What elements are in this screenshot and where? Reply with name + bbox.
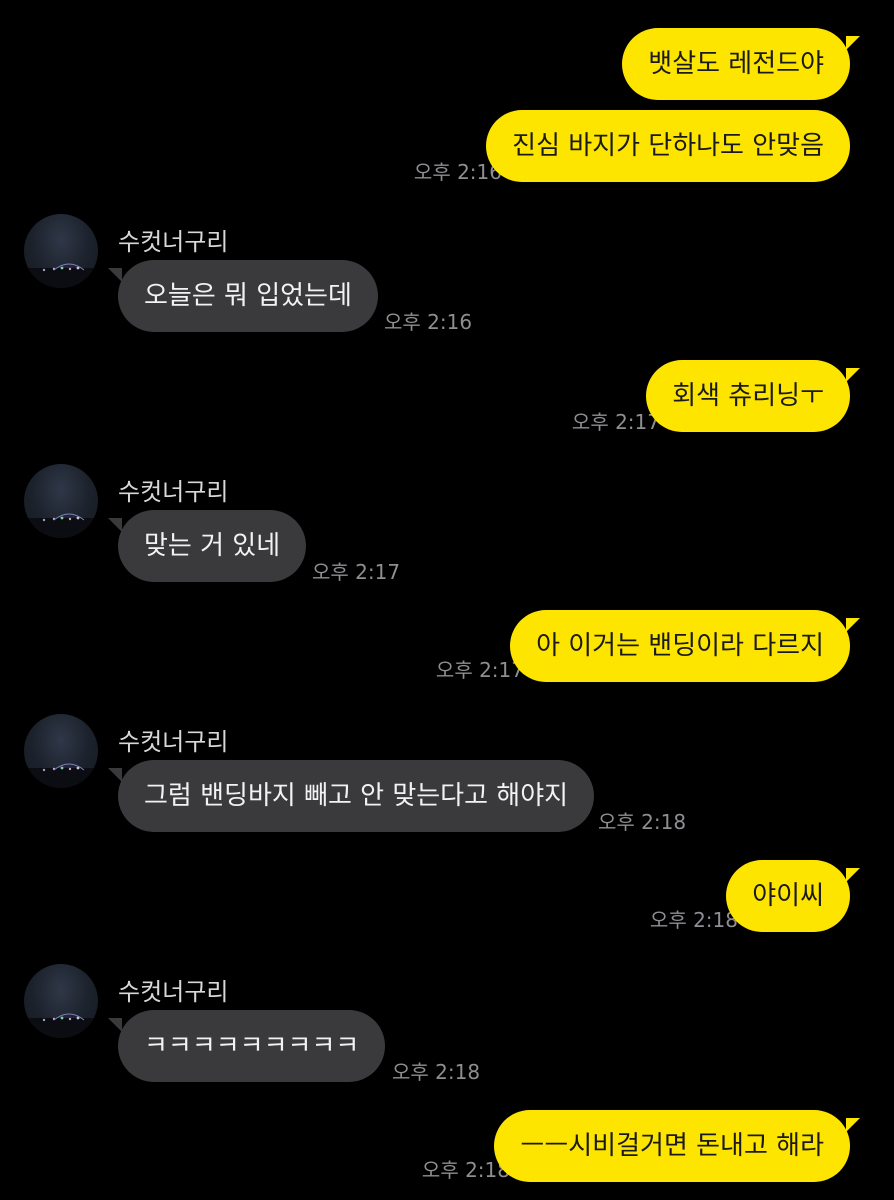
contact-name: 수컷너구리 [118,978,229,1006]
night-city-photo-icon [24,763,98,788]
bubble-tail [108,768,122,782]
message-timestamp: 오후 2:18 [598,810,687,834]
contact-name: 수컷너구리 [118,728,229,756]
contact-avatar[interactable] [24,964,98,1038]
my-message-bubble[interactable]: 진심 바지가 단하나도 안맞음 [486,110,850,182]
night-city-photo-icon [24,1013,98,1038]
message-timestamp: 오후 2:17 [571,410,660,434]
contact-avatar[interactable] [24,214,98,288]
bubble-tail [108,268,122,282]
message-timestamp: 오후 2:17 [435,658,524,682]
their-message-bubble[interactable]: 그럼 밴딩바지 빼고 안 맞는다고 해야지 [118,760,595,832]
bubble-tail [108,518,122,532]
contact-avatar[interactable] [24,714,98,788]
my-message-bubble[interactable]: 뱃살도 레전드야 [622,28,850,100]
message-timestamp: 오후 2:17 [312,560,401,584]
my-message-bubble[interactable]: 회색 츄리닝ㅜ [646,360,850,432]
night-city-photo-icon [24,513,98,538]
night-city-photo-icon [24,263,98,288]
bubble-tail [846,368,860,382]
contact-name: 수컷너구리 [118,228,229,256]
my-message-bubble[interactable]: 아 이거는 밴딩이라 다르지 [510,610,850,682]
bubble-tail [108,1018,122,1032]
their-message-bubble[interactable]: 맞는 거 있네 [118,510,307,582]
bubble-tail [846,618,860,632]
their-message-bubble[interactable]: ㅋㅋㅋㅋㅋㅋㅋㅋㅋ [118,1010,386,1082]
message-timestamp: 오후 2:18 [649,908,738,932]
contact-name: 수컷너구리 [118,478,229,506]
bubble-tail [846,1118,860,1132]
my-message-bubble[interactable]: 야이씨 [726,860,850,932]
my-message-bubble[interactable]: ㅡㅡ시비걸거면 돈내고 해라 [494,1110,850,1182]
bubble-tail [846,36,860,50]
contact-avatar[interactable] [24,464,98,538]
bubble-tail [846,868,860,882]
message-timestamp: 오후 2:16 [384,310,473,334]
message-timestamp: 오후 2:18 [392,1060,481,1084]
their-message-bubble[interactable]: 오늘은 뭐 입었는데 [118,260,378,332]
